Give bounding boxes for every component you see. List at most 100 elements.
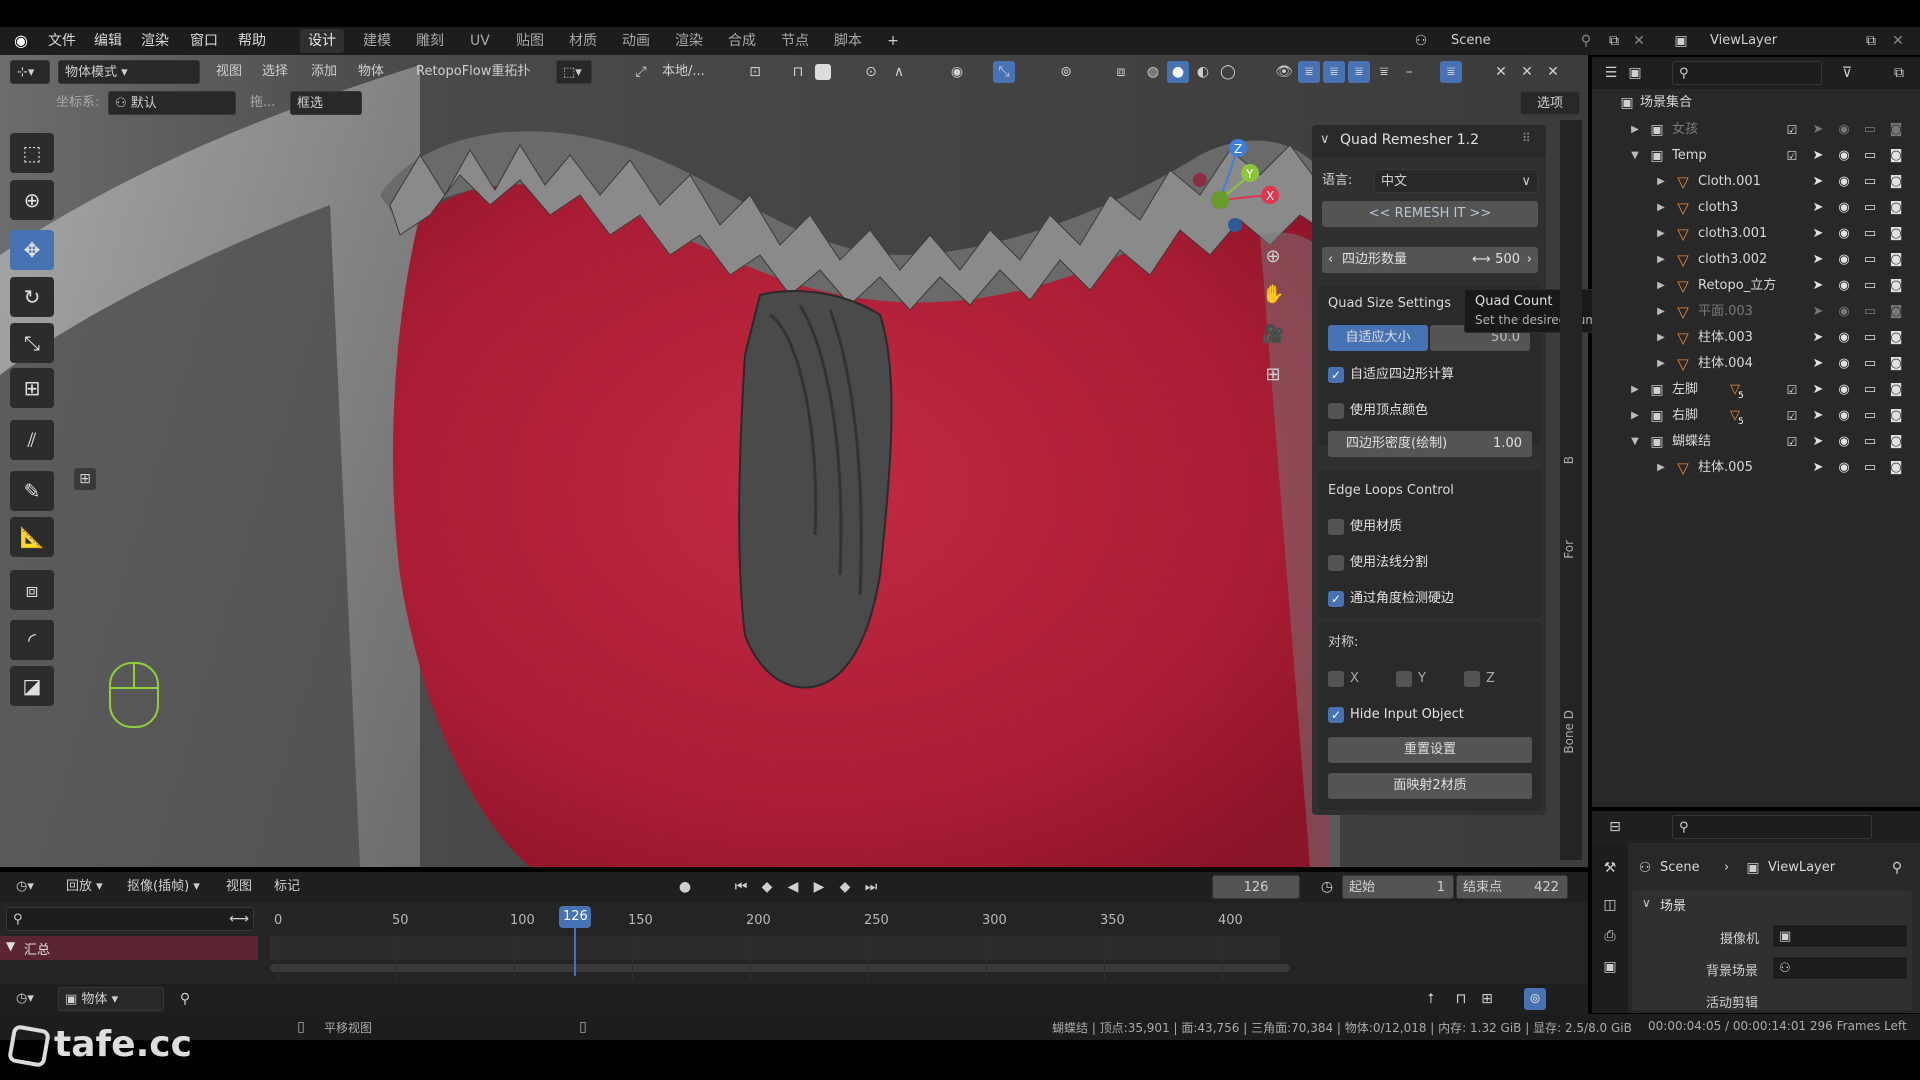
outliner-editor-icon[interactable]: ☰ bbox=[1600, 62, 1622, 84]
new-viewlayer-icon[interactable]: ⧉ bbox=[1860, 30, 1882, 52]
menu-render[interactable]: 渲染 bbox=[141, 29, 169, 53]
hide-input-checkbox[interactable]: ✓ bbox=[1328, 707, 1344, 723]
measure-tool[interactable]: 📐 bbox=[10, 517, 54, 557]
material-shading-icon[interactable]: ◐ bbox=[1192, 61, 1214, 83]
retopo-tool-1-icon[interactable]: ⩸ bbox=[1298, 61, 1320, 83]
play-reverse-icon[interactable]: ◀ bbox=[782, 876, 804, 898]
viewport-icon[interactable]: ▭ bbox=[1860, 146, 1880, 166]
select-arrow-icon[interactable]: ➤ bbox=[1808, 224, 1828, 244]
expand-arrow-icon[interactable]: ▶ bbox=[1652, 303, 1670, 321]
playhead[interactable]: 126 bbox=[559, 906, 592, 928]
retopo-tool-2-icon[interactable]: ⩸ bbox=[1323, 61, 1345, 83]
viewport-icon[interactable]: ▭ bbox=[1860, 172, 1880, 192]
section-collapse-icon[interactable]: ∨ bbox=[1642, 896, 1651, 910]
render-tab-icon[interactable]: ◫ bbox=[1599, 894, 1621, 916]
timeline-scrollbar[interactable] bbox=[270, 964, 1290, 972]
add-workspace-icon[interactable]: + bbox=[882, 30, 904, 52]
sidebar-tab-bone[interactable]: Bone D bbox=[1562, 710, 1576, 754]
menu-view[interactable]: 视图 bbox=[216, 60, 242, 84]
rendered-shading-icon[interactable]: ◯ bbox=[1217, 61, 1239, 83]
tab-material[interactable]: 材质 bbox=[561, 29, 605, 53]
gizmo-toggle-icon[interactable]: ⤡ bbox=[993, 61, 1015, 83]
annotate-tool[interactable]: ✎ bbox=[10, 471, 54, 511]
pin-properties-icon[interactable]: ⚲ bbox=[1886, 857, 1908, 879]
timeline-editor-icon[interactable]: ◷▾ bbox=[10, 875, 50, 899]
expand-arrow-icon[interactable]: ▼ bbox=[1626, 147, 1644, 165]
viewport-icon[interactable]: ▭ bbox=[1860, 224, 1880, 244]
viewport-icon[interactable]: ▭ bbox=[1860, 380, 1880, 400]
current-frame-field[interactable]: 126 bbox=[1212, 875, 1300, 899]
breadcrumb-layer[interactable]: ViewLayer bbox=[1768, 856, 1835, 880]
overlay-icon[interactable]: ⊚ bbox=[1055, 61, 1077, 83]
outliner-row[interactable]: ▶ ▽ cloth3.001 ➤ ◉ ▭ ◙ bbox=[1592, 221, 1920, 247]
outliner-search[interactable]: ⚲ bbox=[1672, 61, 1822, 85]
close-3-icon[interactable]: ✕ bbox=[1542, 61, 1564, 83]
eye-icon[interactable]: ◉ bbox=[1834, 458, 1854, 478]
viewport-icon[interactable]: ▭ bbox=[1860, 432, 1880, 452]
tab-texture[interactable]: 贴图 bbox=[508, 29, 552, 53]
expand-arrow-icon[interactable]: ▶ bbox=[1652, 355, 1670, 373]
solid-shading-icon[interactable]: ● bbox=[1167, 61, 1189, 83]
menu-file[interactable]: 文件 bbox=[48, 29, 76, 53]
retopo-tool-3-icon[interactable]: ⩸ bbox=[1348, 61, 1370, 83]
record-icon[interactable]: ● bbox=[674, 876, 696, 898]
bottom-snap-icon[interactable]: ⭡ bbox=[1420, 988, 1442, 1010]
bake-material-button[interactable]: 面映射2材质 bbox=[1328, 773, 1532, 799]
timeline-menu-keying[interactable]: 抠像(插帧) ▾ bbox=[127, 875, 200, 899]
bottom-magnet-icon[interactable]: ⊓ bbox=[1450, 988, 1472, 1010]
new-scene-icon[interactable]: ⧉ bbox=[1603, 30, 1625, 52]
adaptive-quad-count-checkbox[interactable]: ✓ bbox=[1328, 367, 1344, 383]
retopo-tool-4-icon[interactable]: ⩸ bbox=[1373, 61, 1395, 83]
properties-editor-icon[interactable]: ⊟ bbox=[1604, 816, 1626, 838]
tool-tab-icon[interactable]: ⚒ bbox=[1599, 857, 1621, 879]
bottom-mode-selector[interactable]: ▣ 物体 ▾ bbox=[58, 987, 164, 1011]
retopo-tool-5-icon[interactable]: – bbox=[1398, 61, 1420, 83]
summary-row[interactable]: ▼ 汇总 bbox=[0, 936, 258, 960]
select-box-tool[interactable]: ⬚ bbox=[10, 133, 54, 173]
outliner-root[interactable]: 场景集合 bbox=[1640, 91, 1692, 115]
outliner-row[interactable]: ▶ ▣ 右脚 ▽ 5 ☑ ➤ ◉ ▭ ◙ bbox=[1592, 403, 1920, 429]
prev-keyframe-icon[interactable]: ◆ bbox=[756, 876, 778, 898]
select-arrow-icon[interactable]: ➤ bbox=[1808, 458, 1828, 478]
scene-icon[interactable]: ⚇ bbox=[1410, 30, 1432, 52]
outliner-row[interactable]: ▶ ▽ 柱体.005 ➤ ◉ ▭ ◙ bbox=[1592, 455, 1920, 481]
outliner-row[interactable]: ▶ ▣ 左脚 ▽ 5 ☑ ➤ ◉ ▭ ◙ bbox=[1592, 377, 1920, 403]
wireframe-shading-icon[interactable]: ◍ bbox=[1142, 61, 1164, 83]
menu-add[interactable]: 添加 bbox=[311, 60, 337, 84]
eye-icon[interactable]: ◉ bbox=[1834, 380, 1854, 400]
tab-compositing[interactable]: 合成 bbox=[720, 29, 764, 53]
eye-icon[interactable]: ◉ bbox=[1834, 120, 1854, 140]
quad-count-field[interactable]: ‹ 四边形数量 ⟷ 500 › bbox=[1322, 247, 1538, 273]
transform-tool[interactable]: ⊞ bbox=[10, 368, 54, 408]
expand-arrow-icon[interactable]: ▶ bbox=[1626, 381, 1644, 399]
select-arrow-icon[interactable]: ➤ bbox=[1808, 276, 1828, 296]
play-icon[interactable]: ▶ bbox=[808, 876, 830, 898]
viewport-icon[interactable]: ▭ bbox=[1860, 276, 1880, 296]
viewlayer-icon[interactable]: ▣ bbox=[1670, 30, 1692, 52]
expand-arrow-icon[interactable]: ▶ bbox=[1652, 277, 1670, 295]
coord-selector[interactable]: ⚇ 默认 bbox=[108, 91, 236, 115]
menu-select[interactable]: 选择 bbox=[262, 60, 288, 84]
close-1-icon[interactable]: ✕ bbox=[1490, 61, 1512, 83]
decrement-icon[interactable]: ‹ bbox=[1328, 247, 1333, 273]
use-normals-checkbox[interactable] bbox=[1328, 555, 1344, 571]
timeline-menu-playback[interactable]: 回放 ▾ bbox=[66, 875, 103, 899]
outliner-row[interactable]: ▶ ▽ cloth3.002 ➤ ◉ ▭ ◙ bbox=[1592, 247, 1920, 273]
jump-end-icon[interactable]: ⏭ bbox=[860, 876, 882, 898]
sync-icon[interactable]: ⟷ bbox=[228, 908, 250, 930]
panel-header[interactable]: ∨ Quad Remesher 1.2 ⠿ bbox=[1312, 125, 1546, 157]
viewport-icon[interactable]: ▭ bbox=[1860, 354, 1880, 374]
drag-selector[interactable]: 框选 bbox=[290, 91, 362, 115]
select-arrow-icon[interactable]: ➤ bbox=[1808, 354, 1828, 374]
delete-scene-icon[interactable]: ✕ bbox=[1628, 30, 1650, 52]
exclude-checkbox[interactable]: ☑ bbox=[1782, 432, 1802, 452]
add-cube-tool[interactable]: ⧈ bbox=[10, 570, 54, 610]
snap-icon[interactable]: ⊓ bbox=[787, 61, 809, 83]
select-arrow-icon[interactable]: ➤ bbox=[1808, 198, 1828, 218]
tab-sculpt[interactable]: 雕刻 bbox=[408, 29, 452, 53]
new-collection-icon[interactable]: ⧉ bbox=[1888, 62, 1910, 84]
expand-arrow-icon[interactable]: ▼ bbox=[1626, 433, 1644, 451]
viewport-icon[interactable]: ▭ bbox=[1860, 406, 1880, 426]
render-camera-icon[interactable]: ◙ bbox=[1886, 250, 1906, 270]
render-camera-icon[interactable]: ◙ bbox=[1886, 406, 1906, 426]
